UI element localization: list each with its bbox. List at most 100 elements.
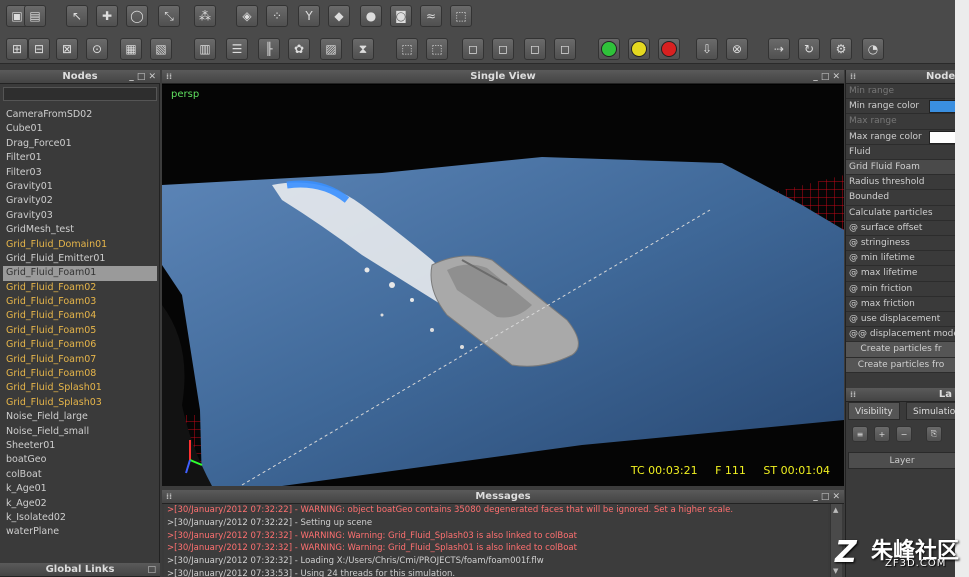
property-row[interactable]: Create particles fr bbox=[846, 342, 955, 358]
node-list-item[interactable]: boatGeo bbox=[3, 453, 157, 467]
view-front-icon[interactable]: ◻ bbox=[492, 38, 514, 60]
sphere-icon[interactable]: ● bbox=[360, 5, 382, 27]
node-list-item[interactable]: Gravity01 bbox=[3, 180, 157, 194]
property-row[interactable]: @ use displacement bbox=[846, 312, 955, 328]
node-list-item[interactable]: Grid_Fluid_Splash03 bbox=[3, 396, 157, 410]
node-list-item[interactable]: k_Isolated02 bbox=[3, 511, 157, 525]
cube-icon[interactable]: ◈ bbox=[236, 5, 258, 27]
grip-icon[interactable]: ⁞⁞ bbox=[850, 70, 856, 84]
save-icon-2[interactable]: ▤ bbox=[24, 5, 46, 27]
sim-reset-icon[interactable]: ↻ bbox=[798, 38, 820, 60]
scale-icon[interactable]: ⤡ bbox=[158, 5, 180, 27]
remove-layer-icon[interactable]: − bbox=[896, 426, 912, 442]
sim-cache-icon[interactable]: ◔ bbox=[862, 38, 884, 60]
particles-icon[interactable]: ⁘ bbox=[266, 5, 288, 27]
node-list-item[interactable]: Cube01 bbox=[3, 122, 157, 136]
select-icon[interactable]: ↖ bbox=[66, 5, 88, 27]
node-link-icon[interactable]: ⊟ bbox=[28, 38, 50, 60]
property-row[interactable]: @ max friction bbox=[846, 297, 955, 312]
node-unlink-icon[interactable]: ⊠ bbox=[56, 38, 78, 60]
property-row[interactable]: Fluid bbox=[846, 145, 955, 160]
view-window-controls[interactable]: _ □ ✕ bbox=[813, 70, 840, 84]
property-row[interactable]: @ min lifetime bbox=[846, 251, 955, 267]
property-row[interactable]: @ max lifetime bbox=[846, 266, 955, 282]
list-icon[interactable]: ☰ bbox=[226, 38, 248, 60]
rotate-icon[interactable]: ◯ bbox=[126, 5, 148, 27]
view-persp-icon[interactable]: ◻ bbox=[554, 38, 576, 60]
messages-window-controls[interactable]: _ □ ✕ bbox=[813, 490, 840, 504]
property-row[interactable]: Calculate particles bbox=[846, 206, 955, 221]
grip-icon[interactable]: ⁞⁞ bbox=[166, 70, 172, 84]
box-icon[interactable]: ◆ bbox=[328, 5, 350, 27]
panel-window-controls[interactable]: _ □ ✕ bbox=[129, 70, 156, 84]
node-list-item[interactable]: Grid_Fluid_Domain01 bbox=[3, 238, 157, 252]
node-list-item[interactable]: GridMesh_test bbox=[3, 223, 157, 237]
tab-simulation[interactable]: Simulation bbox=[906, 402, 955, 420]
nodes-search-input[interactable] bbox=[3, 87, 157, 101]
camera-icon[interactable]: ◙ bbox=[390, 5, 412, 27]
hourglass-icon[interactable]: ⧗ bbox=[352, 38, 374, 60]
move-icon[interactable]: ✚ bbox=[96, 5, 118, 27]
property-row[interactable]: @@ displacement mode bbox=[846, 327, 955, 343]
node-list-item[interactable]: Grid_Fluid_Foam05 bbox=[3, 324, 157, 338]
node-list-item[interactable]: Grid_Fluid_Foam04 bbox=[3, 309, 157, 323]
property-row[interactable]: @ min friction bbox=[846, 282, 955, 297]
view-side-icon[interactable]: ◻ bbox=[524, 38, 546, 60]
viewport-canvas[interactable]: persp TC 00:03:21 F 111 ST 00:01:04 bbox=[162, 85, 844, 486]
node-list-item[interactable]: Filter03 bbox=[3, 166, 157, 180]
node-list-item[interactable]: Grid_Fluid_Emitter01 bbox=[3, 252, 157, 266]
node-list-item[interactable]: Grid_Fluid_Foam03 bbox=[3, 295, 157, 309]
property-row[interactable]: Create particles fro bbox=[846, 357, 955, 373]
global-links-controls[interactable]: □ bbox=[147, 563, 156, 577]
property-row[interactable]: Min range bbox=[846, 84, 955, 100]
scroll-up-icon[interactable]: ▲ bbox=[833, 506, 838, 514]
layer-column-header[interactable]: Layer bbox=[848, 452, 955, 469]
node-add-icon[interactable]: ⊞ bbox=[6, 38, 28, 60]
node-list-item[interactable]: Drag_Force01 bbox=[3, 137, 157, 151]
node-list-item[interactable]: Filter01 bbox=[3, 151, 157, 165]
color-swatch[interactable] bbox=[929, 130, 955, 144]
property-row[interactable]: Grid Fluid Foam bbox=[846, 160, 955, 176]
color-swatch[interactable] bbox=[929, 100, 955, 114]
frame-icon[interactable]: ⬚ bbox=[396, 38, 418, 60]
record-red-button[interactable] bbox=[658, 38, 680, 60]
object-2-icon[interactable]: ▧ bbox=[150, 38, 172, 60]
sim-settings-icon[interactable]: ⚙ bbox=[830, 38, 852, 60]
node-list-item[interactable]: waterPlane bbox=[3, 525, 157, 539]
play-green-button[interactable] bbox=[598, 38, 620, 60]
add-layer-icon[interactable]: + bbox=[874, 426, 890, 442]
grip-icon[interactable]: ⁞⁞ bbox=[850, 388, 856, 402]
container-icon[interactable]: ▨ bbox=[320, 38, 342, 60]
node-list-item[interactable]: Grid_Fluid_Foam02 bbox=[3, 281, 157, 295]
layers-icon[interactable]: ▥ bbox=[194, 38, 216, 60]
messages-log[interactable]: >[30/January/2012 07:32:22] - WARNING: o… bbox=[164, 504, 828, 577]
dots-icon[interactable]: ✿ bbox=[288, 38, 310, 60]
property-row[interactable]: Min range color bbox=[846, 99, 955, 115]
node-list-item[interactable]: Grid_Fluid_Foam06 bbox=[3, 338, 157, 352]
mesh-icon[interactable]: ⬚ bbox=[450, 5, 472, 27]
wave-icon[interactable]: ≈ bbox=[420, 5, 442, 27]
node-list-item[interactable]: Gravity02 bbox=[3, 194, 157, 208]
node-list-item[interactable]: Noise_Field_small bbox=[3, 425, 157, 439]
node-list-item[interactable]: Grid_Fluid_Splash01 bbox=[3, 381, 157, 395]
node-list-item[interactable]: Sheeter01 bbox=[3, 439, 157, 453]
node-list-item[interactable]: k_Age01 bbox=[3, 482, 157, 496]
pause-yellow-button[interactable] bbox=[628, 38, 650, 60]
property-row[interactable]: @ stringiness bbox=[846, 236, 955, 252]
property-row[interactable]: Max range color bbox=[846, 130, 955, 145]
node-list-item[interactable]: CameraFromSD02 bbox=[3, 108, 157, 122]
property-row[interactable]: Bounded bbox=[846, 190, 955, 206]
node-find-icon[interactable]: ⊙ bbox=[86, 38, 108, 60]
node-list-item[interactable]: colBoat bbox=[3, 468, 157, 482]
property-row[interactable]: Radius threshold bbox=[846, 175, 955, 191]
axis-icon[interactable]: ⁂ bbox=[194, 5, 216, 27]
node-list-item[interactable]: Gravity03 bbox=[3, 209, 157, 223]
grip-icon[interactable]: ⁞⁞ bbox=[166, 490, 172, 504]
nodes-list[interactable]: CameraFromSD02 Cube01 Drag_Force01 Filter01… bbox=[3, 108, 157, 540]
node-list-item[interactable]: k_Age02 bbox=[3, 497, 157, 511]
view-top-icon[interactable]: ◻ bbox=[462, 38, 484, 60]
frame-2-icon[interactable]: ⬚ bbox=[426, 38, 448, 60]
node-list-item[interactable]: Grid_Fluid_Foam08 bbox=[3, 367, 157, 381]
property-row[interactable]: @ surface offset bbox=[846, 221, 955, 236]
stop-export-icon[interactable]: ⊗ bbox=[726, 38, 748, 60]
